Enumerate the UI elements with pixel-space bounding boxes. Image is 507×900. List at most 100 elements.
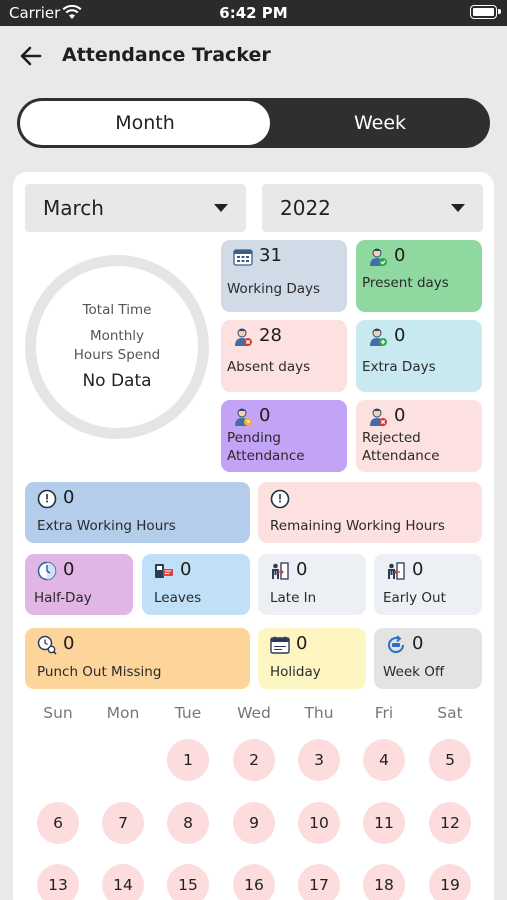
week-off-tile[interactable]: 0 Week Off [374, 628, 482, 689]
calendar-day[interactable]: 17 [298, 864, 340, 900]
person-check-icon [370, 248, 387, 266]
extra-days-label: Extra Days [362, 359, 436, 375]
calendar-day[interactable]: 1 [167, 739, 209, 781]
ring-subtitle: Monthly Hours Spend [36, 327, 198, 365]
ring-title: Total Time [82, 302, 152, 318]
weekly-cycle-icon [388, 635, 405, 654]
ring-value: No Data [82, 371, 152, 391]
weekday-sun: Sun [43, 704, 73, 722]
year-dropdown-value: 2022 [280, 196, 331, 220]
punch-out-missing-count: 0 [63, 633, 75, 654]
person-door-out-icon [388, 562, 405, 580]
calendar-day[interactable]: 15 [167, 864, 209, 900]
year-dropdown[interactable]: 2022 [262, 184, 483, 232]
pending-label-line2: Attendance [227, 448, 305, 464]
week-tab[interactable]: Week [270, 98, 490, 148]
calendar-day[interactable]: 13 [37, 864, 79, 900]
half-day-count: 0 [63, 559, 75, 580]
total-time-ring: Total Time Monthly Hours Spend No Data [25, 255, 209, 439]
extra-working-hours-count: 0 [63, 487, 75, 508]
week-off-count: 0 [412, 633, 424, 654]
remaining-working-hours-label: Remaining Working Hours [270, 518, 445, 534]
chevron-down-icon [214, 204, 228, 212]
person-cross-icon [235, 328, 252, 346]
calendar-day[interactable]: 19 [429, 864, 471, 900]
working-days-label: Working Days [227, 281, 321, 297]
present-days-label: Present days [362, 275, 449, 291]
calendar-day[interactable]: 2 [233, 739, 275, 781]
calendar-day[interactable]: 8 [167, 802, 209, 844]
person-door-in-icon [272, 562, 289, 580]
extra-working-hours-label: Extra Working Hours [37, 518, 176, 534]
calendar-day[interactable]: 6 [37, 802, 79, 844]
calendar-day[interactable]: 9 [233, 802, 275, 844]
rejected-attendance-label: Rejected Attendance [362, 429, 440, 465]
calendar-day[interactable]: 18 [363, 864, 405, 900]
extra-days-count: 0 [394, 325, 406, 346]
month-dropdown[interactable]: March [25, 184, 246, 232]
early-out-tile[interactable]: 0 Early Out [374, 554, 482, 615]
present-days-count: 0 [394, 245, 406, 266]
calendar-day[interactable]: 4 [363, 739, 405, 781]
calendar-day[interactable]: 12 [429, 802, 471, 844]
calendar-day[interactable]: 7 [102, 802, 144, 844]
rejected-attendance-tile[interactable]: 0 Rejected Attendance [356, 400, 482, 472]
holiday-tile[interactable]: 0 Holiday [258, 628, 366, 689]
battery-icon [470, 5, 501, 19]
person-clock-icon [235, 408, 252, 426]
weekday-fri: Fri [374, 704, 394, 722]
rejected-label-line1: Rejected [362, 430, 421, 446]
working-days-tile[interactable]: 31 Working Days [221, 240, 347, 312]
weekday-thu: Thu [304, 704, 334, 722]
clock-time: 6:42 PM [219, 4, 288, 22]
clock-icon [270, 489, 290, 509]
late-in-tile[interactable]: 0 Late In [258, 554, 366, 615]
calendar-day[interactable]: 14 [102, 864, 144, 900]
pending-attendance-tile[interactable]: 0 Pending Attendance [221, 400, 347, 472]
rejected-label-line2: Attendance [362, 448, 440, 464]
pending-attendance-count: 0 [259, 405, 271, 426]
person-cross-icon [370, 408, 387, 426]
chevron-down-icon [451, 204, 465, 212]
calendar-day[interactable]: 11 [363, 802, 405, 844]
pending-label-line1: Pending [227, 430, 281, 446]
absent-days-count: 28 [259, 325, 282, 346]
clock-icon [37, 489, 57, 509]
present-days-tile[interactable]: 0 Present days [356, 240, 482, 312]
early-out-label: Early Out [383, 590, 446, 606]
app-header: Attendance Tracker [0, 26, 507, 86]
status-bar: Carrier 6:42 PM [0, 0, 507, 26]
calendar-grid-icon [233, 249, 253, 266]
month-tab[interactable]: Month [20, 101, 270, 145]
holiday-count: 0 [296, 633, 308, 654]
weekday-sat: Sat [437, 704, 463, 722]
leaves-count: 0 [180, 559, 192, 580]
extra-days-tile[interactable]: 0 Extra Days [356, 320, 482, 392]
back-arrow-icon[interactable] [16, 42, 46, 70]
remaining-working-hours-tile[interactable]: Remaining Working Hours [258, 482, 482, 543]
leaves-tile[interactable]: 0 Leaves [142, 554, 250, 615]
month-dropdown-value: March [43, 196, 104, 220]
absent-days-tile[interactable]: 28 Absent days [221, 320, 347, 392]
calendar-day[interactable]: 3 [298, 739, 340, 781]
week-off-label: Week Off [383, 664, 445, 680]
calendar-day[interactable]: 10 [298, 802, 340, 844]
late-in-count: 0 [296, 559, 308, 580]
working-days-count: 31 [259, 245, 282, 266]
absent-days-label: Absent days [227, 359, 311, 375]
extra-working-hours-tile[interactable]: 0 Extra Working Hours [25, 482, 250, 543]
half-day-label: Half-Day [34, 590, 92, 606]
holiday-label: Holiday [270, 664, 321, 680]
weekday-tue: Tue [174, 704, 202, 722]
half-clock-icon [37, 561, 57, 581]
punch-out-missing-tile[interactable]: 0 Punch Out Missing [25, 628, 250, 689]
half-day-tile[interactable]: 0 Half-Day [25, 554, 133, 615]
weekday-wed: Wed [237, 704, 271, 722]
view-toggle: Month Week [17, 98, 490, 148]
weekday-mon: Mon [106, 704, 140, 722]
page-title: Attendance Tracker [62, 44, 271, 66]
calendar-day[interactable]: 16 [233, 864, 275, 900]
ring-subtitle-line1: Monthly [89, 328, 145, 344]
calendar-day[interactable]: 5 [429, 739, 471, 781]
leave-card-icon [155, 564, 173, 578]
